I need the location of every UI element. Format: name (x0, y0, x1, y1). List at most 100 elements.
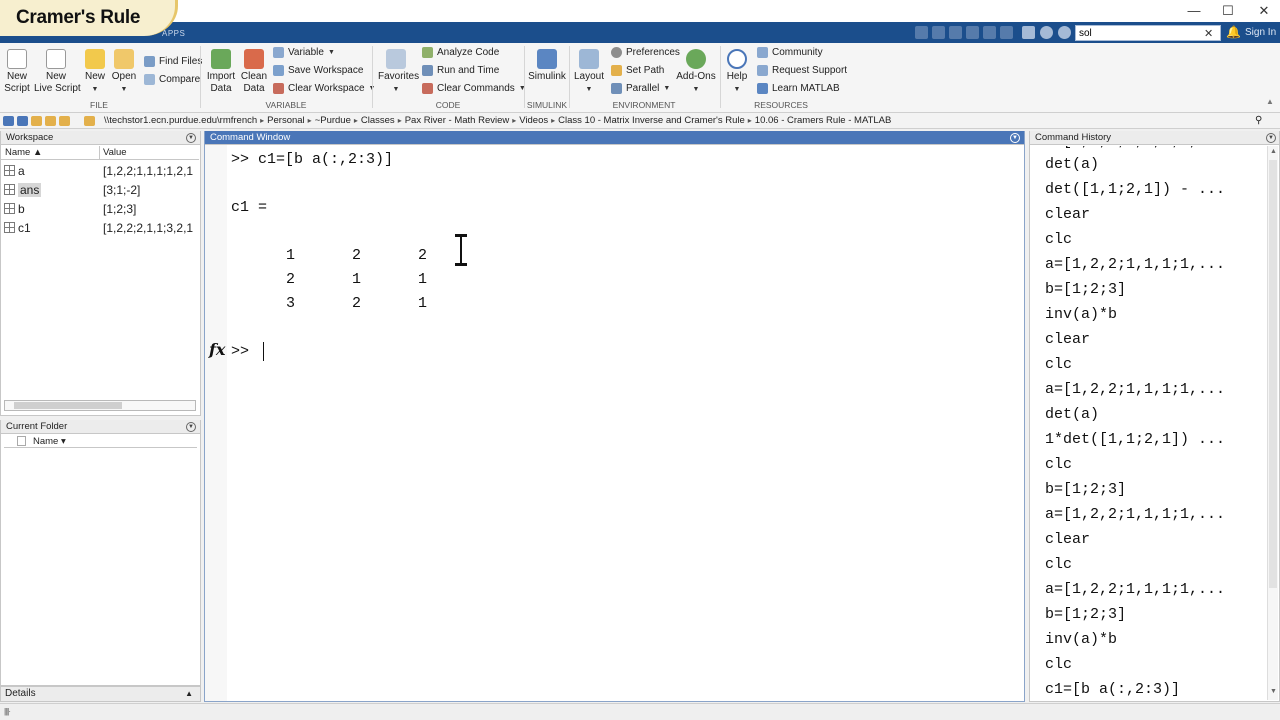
forward-icon[interactable] (17, 115, 28, 126)
clear-search-icon[interactable]: ✕ (1204, 27, 1213, 40)
parallel-button[interactable]: Parallel ▼ (611, 83, 670, 94)
paste-icon[interactable] (966, 26, 979, 39)
history-item[interactable]: inv(a)*b (1045, 631, 1117, 648)
horizontal-scrollbar[interactable] (4, 400, 196, 411)
new-live-script-button[interactable]: New Live Script (34, 49, 81, 95)
command-window-actions-icon[interactable]: ▼ (1010, 133, 1020, 143)
search-input[interactable] (1079, 27, 1204, 39)
collapse-ribbon-icon[interactable]: ▲ (1266, 97, 1274, 106)
history-item[interactable]: 1*det([1,1;2,1]) ... (1045, 431, 1225, 448)
breadcrumb-item[interactable]: Classes (361, 115, 395, 126)
input-caret[interactable] (263, 342, 264, 361)
details-panel[interactable]: Details ▲ (0, 686, 201, 702)
up-folder-icon[interactable] (31, 115, 42, 126)
breadcrumb-item[interactable]: Videos (519, 115, 548, 126)
copy-icon[interactable] (949, 26, 962, 39)
settings-icon[interactable] (1058, 26, 1071, 39)
sign-in-link[interactable]: Sign In (1245, 27, 1276, 38)
breadcrumb-item[interactable]: 10.06 - Cramers Rule - MATLAB (755, 115, 892, 126)
workspace-actions-icon[interactable]: ▼ (186, 133, 196, 143)
clean-data-button[interactable]: Clean Data (240, 49, 268, 95)
expand-details-icon[interactable]: ▲ (185, 687, 193, 701)
close-button[interactable]: ✕ (1256, 4, 1272, 18)
simulink-button[interactable]: Simulink (528, 49, 566, 83)
redo-icon[interactable] (1000, 26, 1013, 39)
favorites-button[interactable]: Favorites ▼ (378, 49, 419, 96)
preferences-button[interactable]: Preferences (611, 47, 680, 58)
back-icon[interactable] (3, 115, 14, 126)
folder-icon[interactable] (59, 115, 70, 126)
bell-icon[interactable]: 🔔 (1226, 25, 1241, 39)
history-item[interactable]: clear (1045, 531, 1090, 548)
vertical-scrollbar[interactable]: ▲ ▼ (1267, 146, 1278, 700)
history-item[interactable]: clear (1045, 331, 1090, 348)
scroll-thumb[interactable] (14, 402, 122, 409)
history-item[interactable]: clc (1045, 231, 1072, 248)
col-name[interactable]: Name ▲ (5, 147, 42, 158)
workspace-row[interactable]: a [1,2,2;1,1,1;1,2,1 (1, 161, 199, 180)
open-button[interactable]: Open ▼ (111, 49, 137, 96)
history-item[interactable]: clear (1045, 206, 1090, 223)
breadcrumb-item[interactable]: Pax River - Math Review (405, 115, 510, 126)
new-script-button[interactable]: New Script (4, 49, 30, 95)
history-item[interactable]: det(a) (1045, 156, 1099, 173)
history-item[interactable]: b=[1;2;3] (1045, 481, 1126, 498)
clear-commands-button[interactable]: Clear Commands ▼ (422, 83, 526, 94)
variable-menu-button[interactable]: Variable ▼ (273, 47, 335, 58)
history-item[interactable]: det([1,1;2,1]) - ... (1045, 181, 1225, 198)
history-item[interactable]: a=[1,2,2;1,1,1;1,... (1045, 581, 1225, 598)
scroll-thumb[interactable] (1269, 160, 1277, 588)
history-item[interactable]: clc (1045, 456, 1072, 473)
history-item[interactable]: clc (1045, 356, 1072, 373)
breadcrumb-item[interactable]: ~Purdue (315, 115, 351, 126)
import-data-button[interactable]: Import Data (206, 49, 236, 95)
undo-icon[interactable] (983, 26, 996, 39)
command-history-actions-icon[interactable]: ▼ (1266, 133, 1276, 143)
history-item[interactable]: b=[1;2;3] (1045, 606, 1126, 623)
layout-button[interactable]: Layout ▼ (574, 49, 604, 96)
compare-button[interactable]: Compare (144, 74, 200, 85)
minimize-button[interactable]: — (1186, 4, 1202, 18)
search-path-icon[interactable]: ⚲ (1255, 115, 1262, 126)
command-window[interactable] (204, 131, 1025, 702)
workspace-row[interactable]: ans [3;1;-2] (1, 180, 199, 199)
new-button[interactable]: New ▼ (82, 49, 108, 96)
help-button[interactable]: Help ▼ (725, 49, 749, 96)
history-item[interactable]: b=[1;2;3] (1045, 281, 1126, 298)
analyze-code-button[interactable]: Analyze Code (422, 47, 499, 58)
help-icon[interactable] (1040, 26, 1053, 39)
history-item[interactable]: a=[1,2,2;1,1,1;1,... (1045, 256, 1225, 273)
search-box[interactable]: ✕ (1075, 25, 1221, 41)
history-item[interactable]: det(a) (1045, 406, 1099, 423)
breadcrumb-item[interactable]: \\techstor1.ecn.purdue.edu\rmfrench (104, 115, 257, 126)
fx-icon[interactable]: fx (209, 340, 225, 359)
add-ons-button[interactable]: Add-Ons ▼ (676, 49, 716, 96)
save-workspace-button[interactable]: Save Workspace (273, 65, 363, 76)
history-item[interactable]: inv(a)*b (1045, 306, 1117, 323)
tab-apps[interactable]: APPS (162, 29, 185, 38)
community-button[interactable]: Community (757, 47, 823, 58)
history-item[interactable]: a=[1,2,2;1,1,1;1,... (1045, 506, 1225, 523)
col-value[interactable]: Value (103, 147, 127, 158)
learn-matlab-button[interactable]: Learn MATLAB (757, 83, 840, 94)
history-item[interactable]: a=[1,2,2;1,1,1;1,... (1045, 381, 1225, 398)
scroll-down-icon[interactable]: ▼ (1270, 688, 1277, 695)
workspace-row[interactable]: c1 [1,2,2;2,1,1;3,2,1 (1, 218, 199, 237)
set-path-button[interactable]: Set Path (611, 65, 664, 76)
workspace-row[interactable]: b [1;2;3] (1, 199, 199, 218)
switch-windows-icon[interactable] (1022, 26, 1035, 39)
col-name[interactable]: Name ▾ (33, 436, 66, 447)
maximize-button[interactable]: ☐ (1220, 4, 1236, 18)
history-item[interactable]: clc (1045, 656, 1072, 673)
breadcrumb-item[interactable]: Class 10 - Matrix Inverse and Cramer's R… (558, 115, 745, 126)
run-and-time-button[interactable]: Run and Time (422, 65, 499, 76)
request-support-button[interactable]: Request Support (757, 65, 847, 76)
current-folder-actions-icon[interactable]: ▼ (186, 422, 196, 432)
history-item[interactable]: clc (1045, 556, 1072, 573)
cut-icon[interactable] (932, 26, 945, 39)
history-item[interactable]: c1=[b a(:,2:3)] (1045, 681, 1180, 698)
scroll-up-icon[interactable]: ▲ (1270, 148, 1277, 155)
browse-folder-icon[interactable] (45, 115, 56, 126)
save-icon[interactable] (915, 26, 928, 39)
breadcrumb-item[interactable]: Personal (267, 115, 305, 126)
